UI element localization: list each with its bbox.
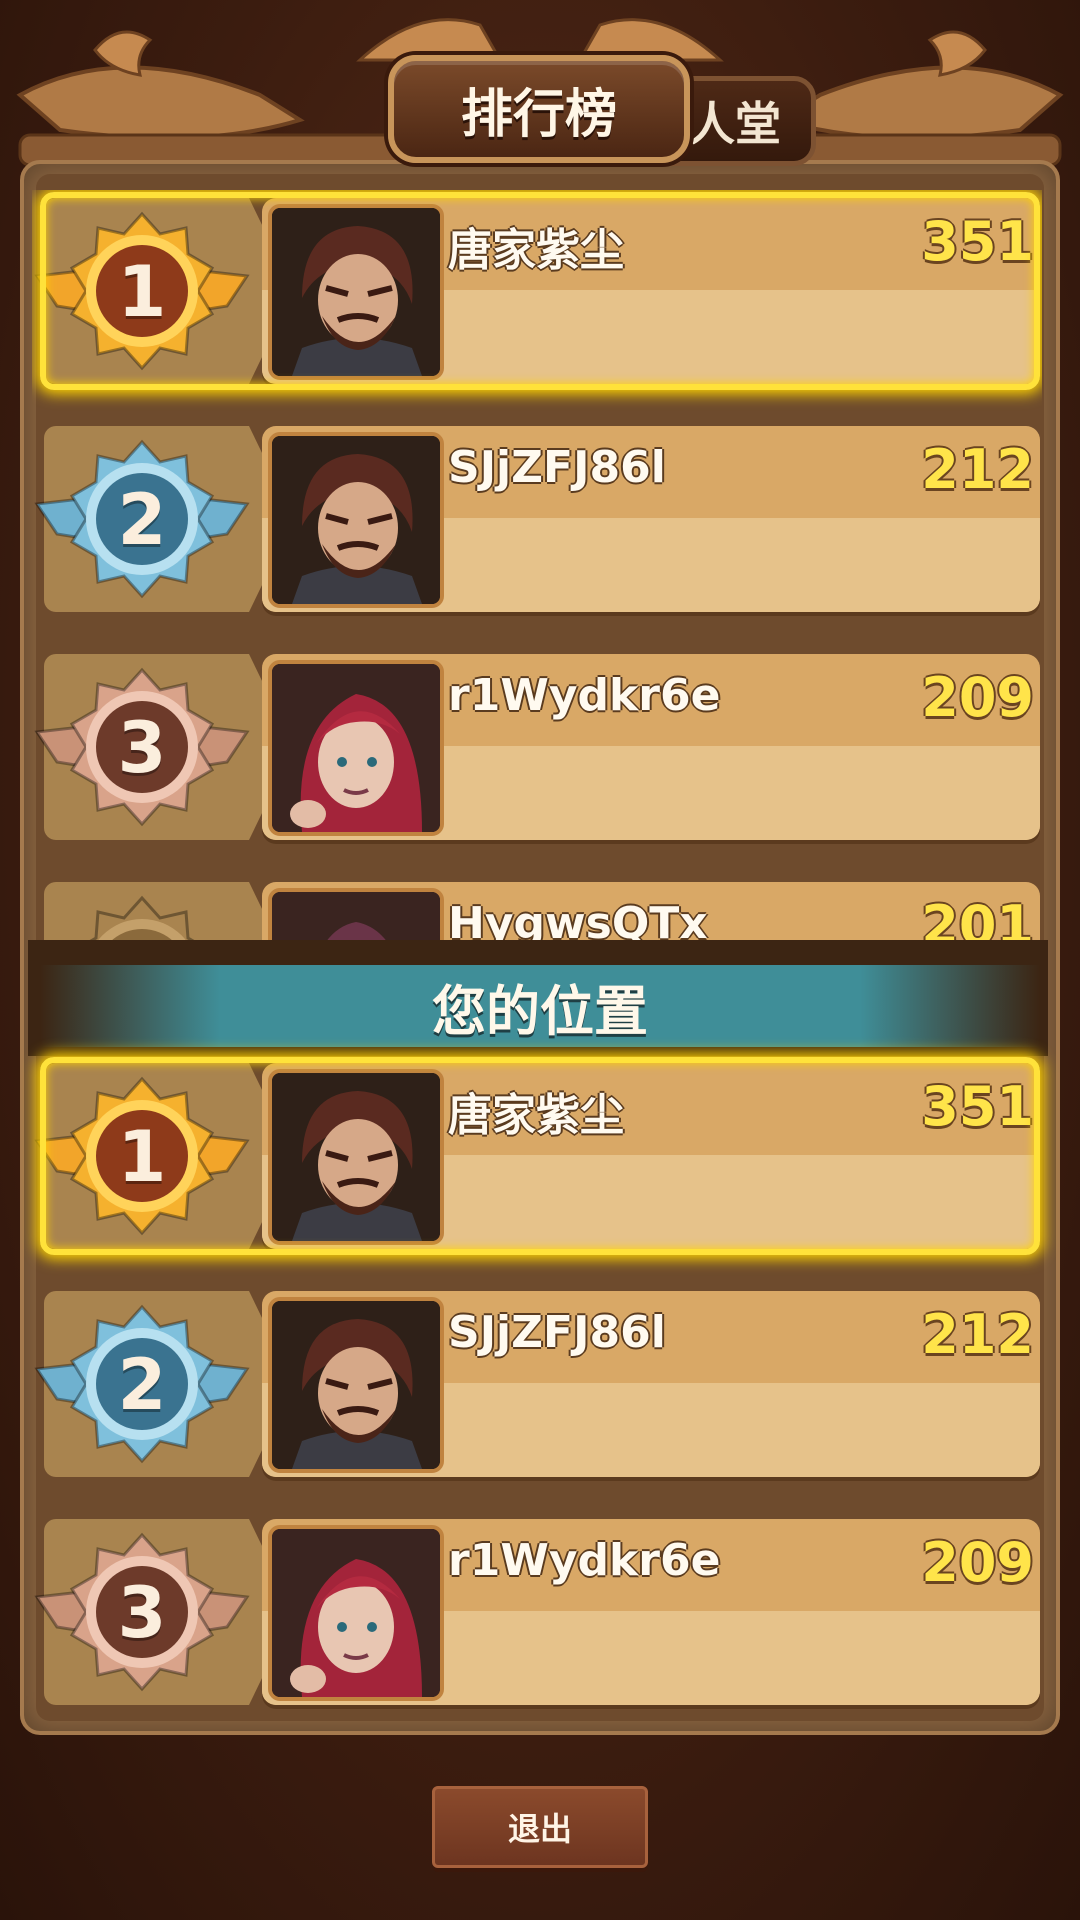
leaderboard-row[interactable]: 1 唐家紫尘 351 xyxy=(32,1055,1040,1255)
leaderboard-list[interactable]: 1 唐家紫尘 351 2 SJjZFJ86l 212 3 r1Wydkr6e 2… xyxy=(32,190,1042,942)
player-score: 209 xyxy=(921,666,1034,729)
your-position-list: 1 唐家紫尘 351 2 SJjZFJ86l 212 3 r1Wydkr6e 2… xyxy=(32,1055,1042,1715)
player-name: SJjZFJ86l xyxy=(448,1307,666,1358)
leaderboard-row[interactable]: 1 唐家紫尘 351 xyxy=(32,190,1040,390)
silver-medal-icon: 2 xyxy=(32,1299,252,1469)
hooded-figure-icon xyxy=(268,888,444,942)
player-score: 212 xyxy=(921,1303,1034,1366)
bronze-medal-icon: 3 xyxy=(32,1527,252,1697)
leaderboard-row[interactable]: 3 r1Wydkr6e 209 xyxy=(32,1511,1040,1711)
leaderboard-row[interactable]: 3 r1Wydkr6e 209 xyxy=(32,646,1040,846)
bearded-man-icon xyxy=(268,1069,444,1245)
gold-medal-icon: 1 xyxy=(32,206,252,376)
leaderboard-screen: 人堂 排行榜 1 唐家紫尘 351 2 SJjZFJ86l 212 3 r1Wy… xyxy=(0,0,1080,1920)
bearded-man-icon xyxy=(268,432,444,608)
gold-medal-icon: 1 xyxy=(32,1071,252,1241)
your-position-banner: 您的位置 xyxy=(40,965,1040,1047)
player-name: 唐家紫尘 xyxy=(448,225,624,276)
rank-number: 3 xyxy=(117,707,167,789)
bronze-medal-icon: 3 xyxy=(32,662,252,832)
player-name: SJjZFJ86l xyxy=(448,442,666,493)
player-score: 209 xyxy=(921,1531,1034,1594)
player-score: 351 xyxy=(921,1075,1034,1138)
rank-number: 1 xyxy=(117,251,167,333)
bearded-man-icon xyxy=(268,204,444,380)
player-score: 201 xyxy=(921,894,1034,942)
player-name: HygwsQTx xyxy=(448,898,708,942)
rank-number: 2 xyxy=(117,479,167,561)
leaderboard-row[interactable]: 2 SJjZFJ86l 212 xyxy=(32,418,1040,618)
player-name: 唐家紫尘 xyxy=(448,1090,624,1141)
bearded-man-icon xyxy=(268,1297,444,1473)
player-name: r1Wydkr6e xyxy=(448,670,721,721)
plain-medal-icon xyxy=(32,890,252,942)
leaderboard-row[interactable]: HygwsQTx 201 xyxy=(32,874,1040,942)
exit-button[interactable]: 退出 xyxy=(432,1786,648,1868)
red-haired-woman-icon xyxy=(268,660,444,836)
header-ornament: 人堂 排行榜 xyxy=(0,0,1080,175)
silver-medal-icon: 2 xyxy=(32,434,252,604)
rank-number: 2 xyxy=(117,1344,167,1426)
player-score: 212 xyxy=(921,438,1034,501)
red-haired-woman-icon xyxy=(268,1525,444,1701)
player-score: 351 xyxy=(921,210,1034,273)
tab-leaderboard[interactable]: 排行榜 xyxy=(388,55,690,163)
rank-number: 3 xyxy=(117,1572,167,1654)
leaderboard-row[interactable]: 2 SJjZFJ86l 212 xyxy=(32,1283,1040,1483)
player-name: r1Wydkr6e xyxy=(448,1535,721,1586)
rank-number: 1 xyxy=(117,1116,167,1198)
